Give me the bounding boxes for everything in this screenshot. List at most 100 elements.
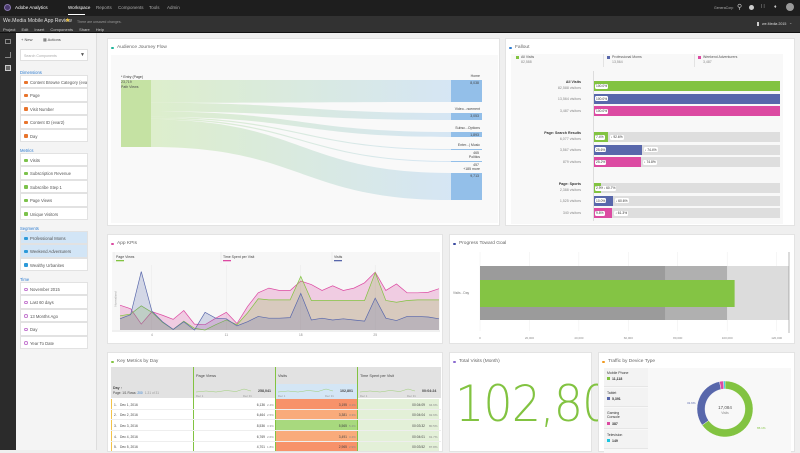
fallout-bar[interactable]: 9.8% ↓ 61.3% [594,208,780,218]
component-label: Wealthy Urbanites [30,262,65,268]
component-item[interactable]: Day [20,128,88,142]
nav-reports[interactable]: Reports [96,5,112,10]
column-header[interactable]: Time Spent per Visit [360,374,394,378]
fallout-bar[interactable]: 25.2% ↓ 74.8% [594,157,780,167]
fallout-bar[interactable]: 25.6% ↓ 74.4% [594,144,780,155]
component-item[interactable]: 13 Months Ago [20,308,88,323]
company-name[interactable]: GeneraCorp [714,6,733,10]
x-tick-label: 25 [373,333,377,337]
entry-node-value: 23,719 [121,80,132,84]
component-item[interactable]: Subscription Revenue [20,166,88,180]
slice-pct-label: 65.1% [757,426,766,430]
step-visitors: 82,588 visitors [557,86,581,90]
component-item[interactable]: November 2015 [20,282,88,296]
component-label: November 2015 [30,287,60,292]
legend-label[interactable]: Weekend Adventurers [703,55,737,59]
report-suite-selector[interactable]: we.Media 2015 [762,22,786,26]
user-avatar[interactable] [786,3,794,11]
fallout-bar[interactable]: 100.0% [594,106,780,116]
metrics-icon [24,185,28,189]
fallout-bar[interactable]: 2.9% ↓ 60.7% [594,183,780,193]
components-icon[interactable] [5,65,11,71]
menu-help[interactable]: Help [96,27,104,32]
component-item[interactable]: Last 60 days [20,295,88,309]
donut-slice[interactable] [723,380,726,390]
component-item[interactable]: Unique Visitors [20,206,88,220]
menu-insert[interactable]: Insert [34,27,44,32]
table-row[interactable]: 4. Dec 4, 2016 6,769 2.6% 3,491 3.4% 00:04:01 9… [111,431,441,442]
fallout-bar[interactable]: 10.0% ↓ 60.6% [594,195,780,206]
component-item[interactable]: Wealthy Urbanites [20,257,88,272]
component-item[interactable]: Page [20,88,88,102]
component-item[interactable]: Content ID (evar2) [20,115,88,129]
menu-edit[interactable]: Edit [21,27,28,32]
fallout-bar-fill [594,81,780,91]
sort-arrow-icon[interactable]: ↑ [120,386,123,390]
rows-per-page-link[interactable]: 200 [137,391,142,395]
menu-project[interactable]: Project [3,27,15,32]
chevron-down-icon[interactable]: ⌄ [789,20,792,25]
new-button[interactable]: + New [21,37,32,42]
fallout-drop: ↓ 74.4% [643,147,658,153]
legend-label[interactable]: Professional Moms [612,55,642,59]
nav-workspace[interactable]: Workspace [68,5,90,10]
project-title[interactable]: We.Media Mobile App Review [3,18,72,24]
kpi-area-chart: Time Spent per Visit Page Views Visits 4 11 1… [112,252,440,337]
legend-label[interactable]: Visits [334,255,343,259]
menu-components[interactable]: Components [50,27,73,32]
nav-admin[interactable]: Admin [167,5,180,10]
row-range: 1-31 of 31 [144,391,160,395]
entry-node[interactable] [121,80,151,147]
dimension-header[interactable]: Day ↑ [113,386,122,390]
flow-diagram [121,80,482,200]
component-item[interactable]: Weekend Adventurers [20,244,88,258]
fallout-pct: 7.4% [595,134,605,140]
cell-percent: 3.3% [349,413,356,418]
favorite-star-icon[interactable]: ★ [65,17,70,24]
donut-slice[interactable] [696,381,722,426]
flow-node[interactable] [451,149,482,150]
fallout-bar[interactable]: 100.0% [594,93,780,104]
table-row[interactable]: 3. Dec 3, 2016 8,536 3.3% 5,565 5.4% 00:03:32 8… [111,420,441,432]
actions-button[interactable]: ▦ Actions [43,37,61,42]
flow-node[interactable] [451,161,482,162]
nav-tools[interactable]: Tools [149,5,160,10]
panels-icon[interactable] [5,39,11,44]
fallout-bar[interactable]: 7.4% ↓ 92.6% [594,132,780,142]
actual-bar[interactable] [480,280,735,307]
sparkline-end: Dec 31 [325,394,334,398]
component-item[interactable]: Subscribe Step 1 [20,179,88,194]
legend-label[interactable]: Page Views [116,255,135,259]
table-row[interactable]: 1. Dec 1, 2016 6,136 2.4% 3,195 3.1% 00:04:09 9… [111,399,441,410]
legend-label[interactable]: Time Spent per Visit [223,255,254,259]
legend-label[interactable]: All Visits [521,55,534,59]
cell-percent: 94.6% [429,402,438,407]
component-item[interactable]: Page Views [20,193,88,207]
row-day: Dec 2, 2016 [120,413,138,418]
component-item[interactable]: Year To Date [20,335,88,349]
help-icon[interactable] [749,5,754,10]
nav-components[interactable]: Components [118,5,144,10]
table-row[interactable]: 5. Dec 5, 2016 4,701 1.8% 2,965 2.9% 00:03:52 8… [111,441,441,451]
time-icon [24,341,28,345]
column-header[interactable]: Page Views [196,374,216,378]
notifications-bell-icon[interactable]: ♦ [774,4,777,10]
component-item[interactable]: Visit Number [20,101,88,116]
search-icon[interactable]: ⚲ [737,3,742,11]
panel-title: Total Visits (Month) [459,359,500,364]
search-components-input[interactable]: Search Components ▼ [20,49,88,61]
apps-grid-icon[interactable]: ∷ [761,3,765,10]
visualizations-icon[interactable] [5,52,11,58]
menu-share[interactable]: Share [79,27,90,32]
fallout-bar[interactable]: 100.0% [594,81,780,91]
table-row[interactable]: 2. Dec 2, 2016 6,464 2.5% 3,381 3.3% 00:04:04 9… [111,409,441,421]
key-metrics-panel: Key Metrics by Day Page Views Dec 1 Dec 31… [107,352,443,452]
filter-icon[interactable]: ▼ [80,52,85,58]
sparkline-start: Dec 1 [360,394,368,398]
component-item[interactable]: Visits [20,153,88,167]
column-header[interactable]: Visits [278,374,287,378]
component-item[interactable]: Professional Moms [20,231,88,245]
app-kpis-panel: App KPIs Time Spent per Visit Page Views V… [107,234,443,344]
component-item[interactable]: Content Browse Category (eva... [20,75,88,89]
component-item[interactable]: Day [20,322,88,336]
